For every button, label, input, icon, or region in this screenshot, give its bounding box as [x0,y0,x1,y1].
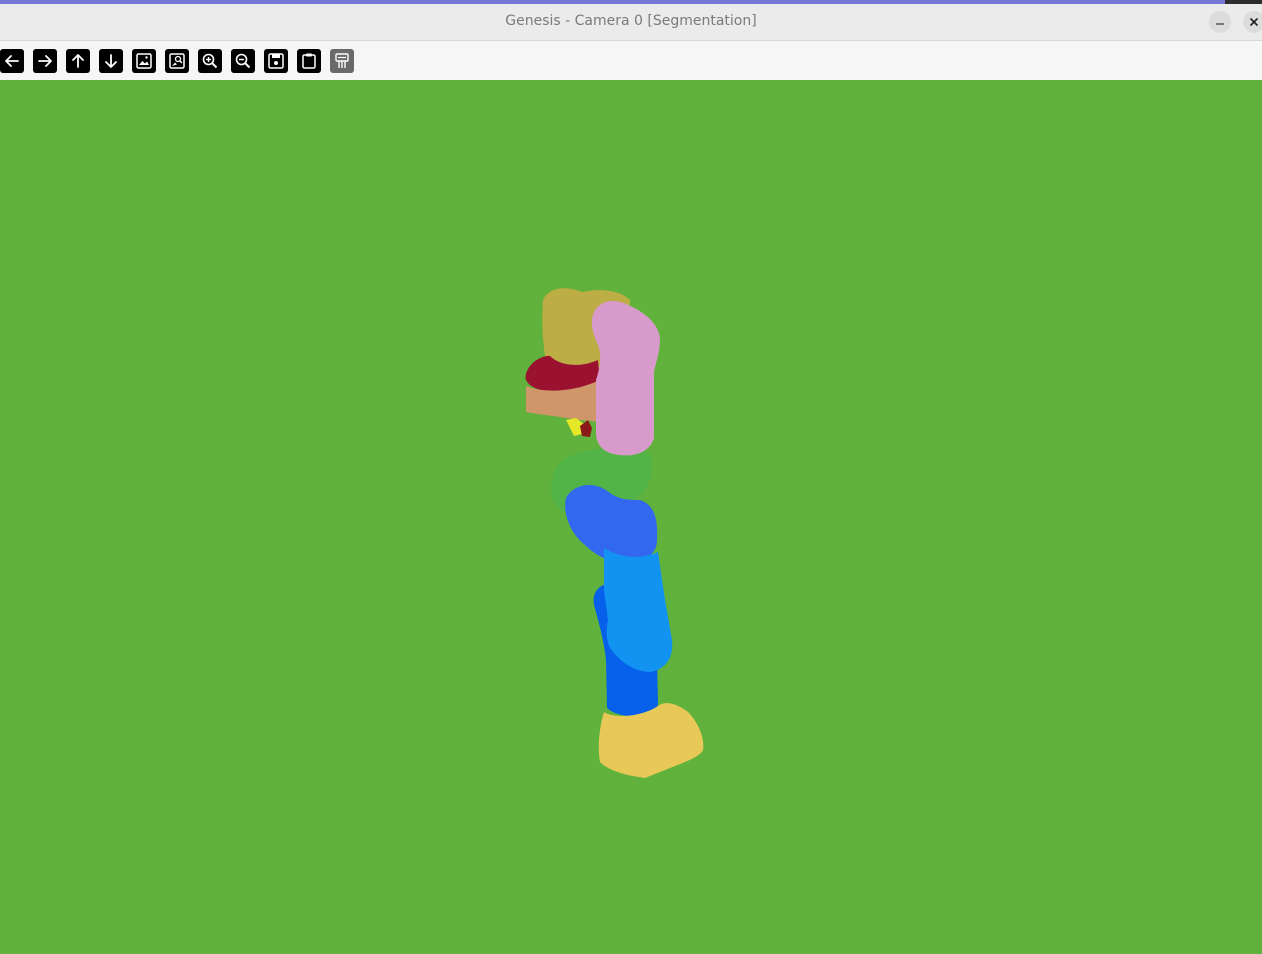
window-title: Genesis - Camera 0 [Segmentation] [505,13,757,29]
minimize-button[interactable] [1209,11,1231,33]
zoom-out-icon [235,53,251,69]
clipboard-icon [302,53,316,69]
zoom-out-button[interactable] [231,49,255,73]
segmentation-canvas [0,80,1262,954]
save-icon [268,53,284,69]
image-button[interactable] [132,49,156,73]
down-button[interactable] [99,49,123,73]
title-bar[interactable]: Genesis - Camera 0 [Segmentation] [0,4,1262,41]
image-icon [136,53,152,69]
app-window: Genesis - Camera 0 [Segmentation] [0,0,1262,954]
clipboard-button[interactable] [297,49,321,73]
image-search-icon [169,53,185,69]
minimize-icon [1216,23,1224,25]
zoom-in-icon [202,53,218,69]
arrow-down-icon [105,54,117,68]
image-zoom-button[interactable] [165,49,189,73]
save-button[interactable] [264,49,288,73]
close-button[interactable] [1243,11,1262,33]
close-icon [1249,17,1259,27]
zoom-in-button[interactable] [198,49,222,73]
back-button[interactable] [0,49,24,73]
arrow-up-icon [72,54,84,68]
forward-button[interactable] [33,49,57,73]
segmentation-viewport[interactable] [0,80,1262,954]
arm-upper-segment [591,300,660,456]
toolbar [0,41,1262,80]
settings-button[interactable] [330,49,354,73]
arrow-right-icon [38,55,52,67]
settings-icon [335,53,349,68]
up-button[interactable] [66,49,90,73]
arrow-left-icon [5,55,19,67]
